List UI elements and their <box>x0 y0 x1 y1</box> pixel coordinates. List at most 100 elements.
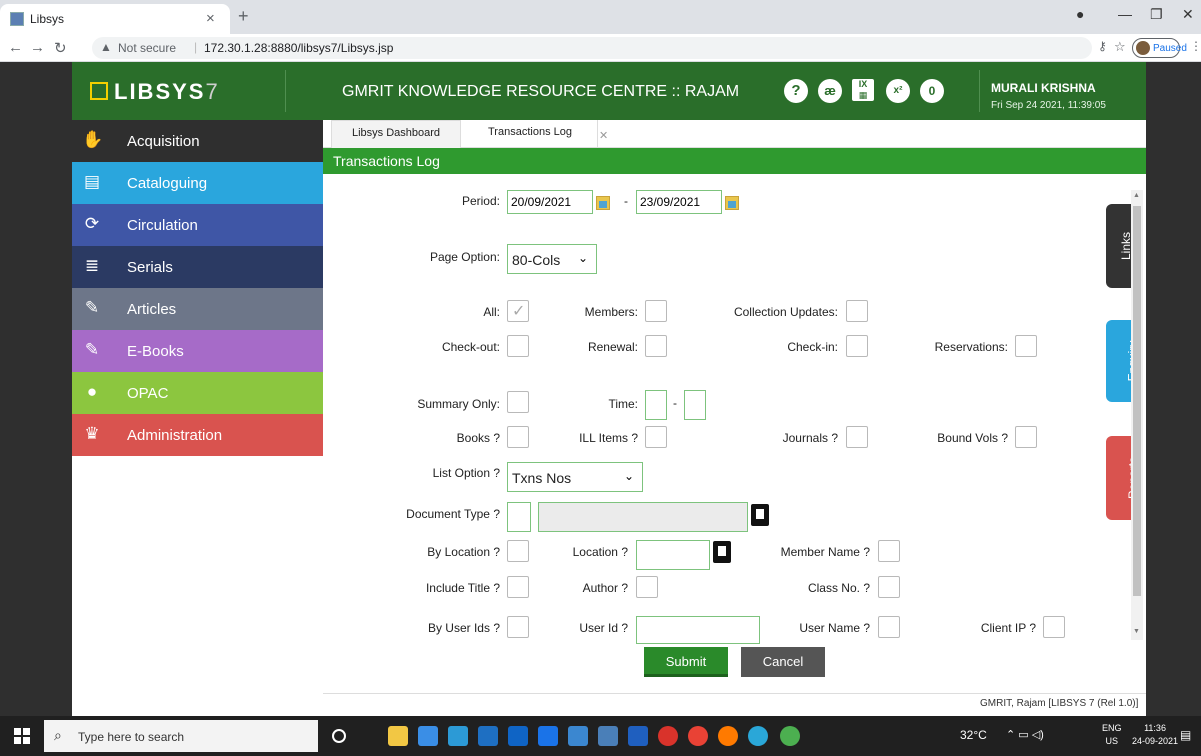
browser-tab[interactable]: Libsys × <box>0 4 230 34</box>
sidebar-item-administration[interactable]: ♛ Administration <box>72 414 323 456</box>
sidebar-item-ebooks[interactable]: ✎ E-Books <box>72 330 323 372</box>
time-to-input[interactable] <box>684 390 706 420</box>
calendar-icon[interactable] <box>596 196 610 210</box>
firefox-icon[interactable] <box>718 726 738 746</box>
app-icon[interactable] <box>448 726 468 746</box>
cortana-icon[interactable] <box>332 729 346 743</box>
sidebar-item-articles[interactable]: ✎ Articles <box>72 288 323 330</box>
url-field[interactable]: ▲ Not secure | 172.30.1.28:8880/libsys7/… <box>92 37 1092 59</box>
windows-start-icon[interactable] <box>14 728 30 744</box>
sidebar-item-cataloguing[interactable]: ▤ Cataloguing <box>72 162 323 204</box>
include-title-checkbox[interactable] <box>507 576 529 598</box>
class-no-checkbox[interactable] <box>878 576 900 598</box>
cancel-button[interactable]: Cancel <box>741 647 825 677</box>
member-name-checkbox[interactable] <box>878 540 900 562</box>
books-label: Books ? <box>456 431 500 445</box>
lookup-document-icon[interactable] <box>751 504 769 526</box>
links-side-tab[interactable]: Links <box>1106 204 1133 288</box>
members-checkbox[interactable] <box>645 300 667 322</box>
sidebar-item-label: Serials <box>127 259 173 276</box>
chrome-active-icon[interactable] <box>780 726 800 746</box>
sidebar-item-acquisition[interactable]: ✋ Acquisition <box>72 120 323 162</box>
summary-only-checkbox[interactable] <box>507 391 529 413</box>
edge-icon[interactable] <box>538 726 558 746</box>
chrome-icon[interactable] <box>688 726 708 746</box>
scrollbar-thumb[interactable] <box>1133 206 1141 596</box>
by-location-checkbox[interactable] <box>507 540 529 562</box>
outlook-icon[interactable] <box>508 726 528 746</box>
calendar-app-icon[interactable] <box>628 726 648 746</box>
profile-paused-button[interactable]: Paused <box>1132 38 1187 58</box>
minimize-icon[interactable]: — <box>1118 6 1132 22</box>
url-text: 172.30.1.28:8880/libsys7/Libsys.jsp <box>204 41 394 55</box>
key-icon[interactable]: ⚷ <box>1098 39 1107 53</box>
checkin-checkbox[interactable] <box>846 335 868 357</box>
sidebar-item-circulation[interactable]: ⟳ Circulation <box>72 204 323 246</box>
reports-side-tab[interactable]: Reports <box>1106 436 1140 520</box>
taskbar-search-input[interactable]: ⌕ Type here to search <box>44 720 318 752</box>
lookup-document-icon[interactable] <box>713 541 731 563</box>
help-icon[interactable]: ? <box>784 79 808 103</box>
weather-text[interactable]: 32°C <box>960 728 987 742</box>
sidebar-item-opac[interactable]: ● OPAC <box>72 372 323 414</box>
user-name[interactable]: MURALI KRISHNA <box>991 81 1096 95</box>
tray-icons[interactable]: ⌃ ▭ ◁) <box>1006 728 1044 741</box>
bound-vols-checkbox[interactable] <box>1015 426 1037 448</box>
submit-button[interactable]: Submit <box>644 647 728 677</box>
restore-icon[interactable]: ❐ <box>1150 6 1163 23</box>
enquiry-side-tab[interactable]: Enquiry <box>1106 320 1139 402</box>
calculator-icon[interactable]: x² <box>886 79 910 103</box>
tab-close-icon[interactable]: × <box>206 10 215 27</box>
reservations-checkbox[interactable] <box>1015 335 1037 357</box>
journals-checkbox[interactable] <box>846 426 868 448</box>
libsys-logo[interactable]: LIBSYS7 <box>90 79 260 106</box>
period-from-input[interactable] <box>507 190 593 214</box>
edge-new-icon[interactable] <box>748 726 768 746</box>
document-type-label: Document Type ? <box>406 507 500 521</box>
collection-updates-checkbox[interactable] <box>846 300 868 322</box>
scroll-up-icon[interactable]: ▲ <box>1133 192 1140 199</box>
notifications-icon[interactable]: ▤ <box>1180 728 1191 742</box>
index-icon[interactable]: IX ▦ <box>852 79 874 101</box>
back-icon[interactable]: ← <box>8 39 23 56</box>
list-option-select[interactable]: Txns Nos ⌄ <box>507 462 643 492</box>
document-type-code-input[interactable] <box>507 502 531 532</box>
content-scrollbar[interactable]: ▲ ▼ <box>1131 190 1143 640</box>
profile-icon[interactable]: ● <box>1076 6 1084 22</box>
checkout-checkbox[interactable] <box>507 335 529 357</box>
user-name-checkbox[interactable] <box>878 616 900 638</box>
calendar-icon[interactable] <box>725 196 739 210</box>
reload-icon[interactable]: ↻ <box>54 39 67 57</box>
app-icon[interactable] <box>658 726 678 746</box>
file-explorer-icon[interactable] <box>388 726 408 746</box>
scroll-down-icon[interactable]: ▼ <box>1133 628 1140 635</box>
mail-icon[interactable] <box>478 726 498 746</box>
books-checkbox[interactable] <box>507 426 529 448</box>
tab-transactions-log[interactable]: Transactions Log <box>463 120 598 148</box>
app-icon[interactable] <box>418 726 438 746</box>
star-icon[interactable]: ☆ <box>1114 39 1126 55</box>
ill-items-checkbox[interactable] <box>645 426 667 448</box>
time-from-input[interactable] <box>645 390 667 420</box>
all-checkbox[interactable] <box>507 300 529 322</box>
store-icon[interactable] <box>568 726 588 746</box>
clock[interactable]: 11:36 24-09-2021 <box>1132 722 1178 748</box>
new-tab-button[interactable]: + <box>238 6 249 27</box>
page-option-select[interactable]: 80-Cols ⌄ <box>507 244 597 274</box>
tab-libsys-dashboard[interactable]: Libsys Dashboard <box>331 120 461 148</box>
author-checkbox[interactable] <box>636 576 658 598</box>
sidebar-item-serials[interactable]: ≣ Serials <box>72 246 323 288</box>
language-indicator[interactable]: ENG US <box>1102 722 1122 748</box>
menu-icon[interactable]: ⋮ <box>1190 39 1201 53</box>
close-window-icon[interactable]: ✕ <box>1182 6 1194 23</box>
period-to-input[interactable] <box>636 190 722 214</box>
calculator-app-icon[interactable] <box>598 726 618 746</box>
forward-icon[interactable]: → <box>30 39 45 56</box>
notification-count-icon[interactable]: 0 <box>920 79 944 103</box>
location-input[interactable] <box>636 540 710 570</box>
unicode-keyboard-icon[interactable]: æ <box>818 79 842 103</box>
renewal-checkbox[interactable] <box>645 335 667 357</box>
tab-close-icon[interactable]: ✕ <box>599 129 608 142</box>
client-ip-checkbox[interactable] <box>1043 616 1065 638</box>
by-user-ids-checkbox[interactable] <box>507 616 529 638</box>
